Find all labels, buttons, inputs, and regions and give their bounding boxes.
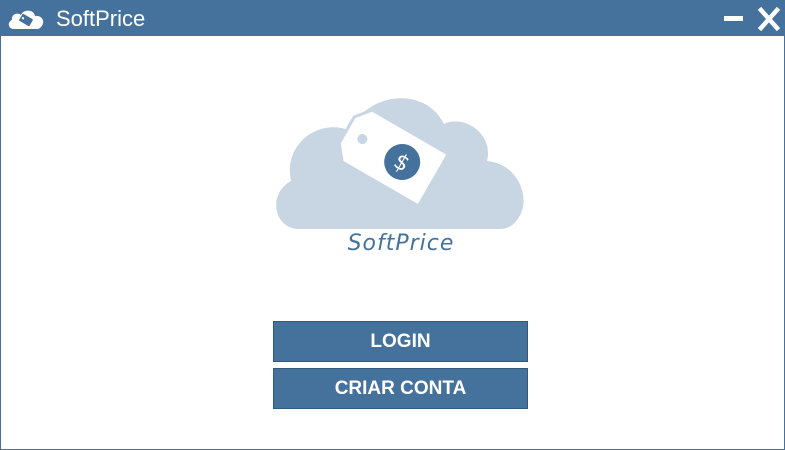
window-title: SoftPrice bbox=[56, 6, 146, 31]
cloud-tag-icon bbox=[6, 7, 48, 31]
login-button[interactable]: LOGIN bbox=[273, 321, 528, 362]
close-icon[interactable] bbox=[756, 7, 782, 31]
logo-wordmark: SoftPrice bbox=[347, 231, 455, 256]
app-window: SoftPrice $ SoftPrice LOGIN CRIAR CONTA bbox=[0, 0, 785, 450]
minimize-icon[interactable] bbox=[721, 7, 747, 31]
title-bar[interactable]: SoftPrice bbox=[1, 1, 784, 36]
create-account-button[interactable]: CRIAR CONTA bbox=[273, 368, 528, 409]
